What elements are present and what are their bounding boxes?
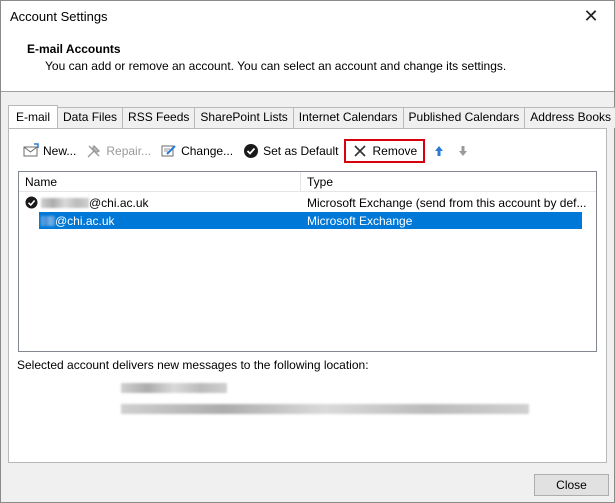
window-title: Account Settings [10, 9, 108, 24]
delivery-label: Selected account delivers new messages t… [17, 358, 369, 372]
email-tab-panel: New... Repair... Change... Set as Defaul… [8, 128, 607, 463]
list-header: Name Type [19, 172, 596, 192]
list-item-selected[interactable]: @chi.ac.uk Microsoft Exchange [39, 212, 582, 229]
column-separator[interactable] [300, 172, 301, 192]
column-header-name[interactable]: Name [25, 175, 57, 189]
tab-address-books[interactable]: Address Books [524, 107, 615, 128]
set-default-button[interactable]: Set as Default [239, 139, 342, 163]
remove-button[interactable]: Remove [344, 139, 426, 163]
account-domain: @chi.ac.uk [89, 196, 149, 210]
account-settings-dialog: Account Settings ✕ E-mail Accounts You c… [0, 0, 615, 503]
tab-sharepoint-lists[interactable]: SharePoint Lists [194, 107, 294, 128]
tab-internet-calendars[interactable]: Internet Calendars [292, 107, 404, 128]
account-name: @chi.ac.uk [41, 196, 149, 210]
close-button[interactable]: Close [534, 474, 609, 496]
change-icon [161, 143, 177, 159]
new-label: New... [43, 144, 77, 158]
redacted-mailbox-name [121, 383, 227, 393]
tab-published-calendars[interactable]: Published Calendars [402, 107, 526, 128]
set-default-label: Set as Default [263, 144, 339, 158]
new-mail-icon [23, 143, 39, 159]
move-up-icon[interactable] [431, 143, 447, 159]
title-bar: Account Settings ✕ [1, 1, 614, 32]
account-name: @chi.ac.uk [41, 214, 115, 228]
column-header-type[interactable]: Type [307, 175, 333, 189]
tab-data-files[interactable]: Data Files [57, 107, 124, 128]
change-button[interactable]: Change... [157, 139, 237, 163]
close-icon[interactable]: ✕ [576, 3, 606, 29]
tab-email[interactable]: E-mail [8, 105, 59, 128]
repair-label: Repair... [106, 144, 152, 158]
move-down-icon[interactable] [455, 143, 471, 159]
account-type: Microsoft Exchange [307, 214, 413, 228]
redacted-mailbox-path [121, 404, 529, 414]
redacted-username [41, 216, 55, 226]
account-type: Microsoft Exchange (send from this accou… [307, 196, 587, 210]
dialog-header: E-mail Accounts You can add or remove an… [1, 32, 614, 92]
account-domain: @chi.ac.uk [55, 214, 115, 228]
header-description: You can add or remove an account. You ca… [45, 59, 507, 73]
repair-button[interactable]: Repair... [82, 139, 155, 163]
header-title: E-mail Accounts [27, 42, 121, 56]
new-button[interactable]: New... [19, 139, 80, 163]
tab-strip: E-mail Data Files RSS Feeds SharePoint L… [8, 105, 615, 128]
checkmark-circle-icon [243, 143, 259, 159]
remove-label: Remove [372, 144, 418, 158]
default-account-icon [25, 196, 38, 209]
account-list[interactable]: Name Type @chi.ac.uk Microsoft Exchange … [18, 171, 597, 352]
wrench-icon [86, 143, 102, 159]
account-toolbar: New... Repair... Change... Set as Defaul… [19, 139, 475, 163]
tab-rss-feeds[interactable]: RSS Feeds [122, 107, 196, 128]
redacted-username [41, 198, 89, 208]
change-label: Change... [181, 144, 234, 158]
list-item[interactable]: @chi.ac.uk Microsoft Exchange (send from… [19, 194, 596, 211]
remove-x-icon [352, 143, 368, 159]
